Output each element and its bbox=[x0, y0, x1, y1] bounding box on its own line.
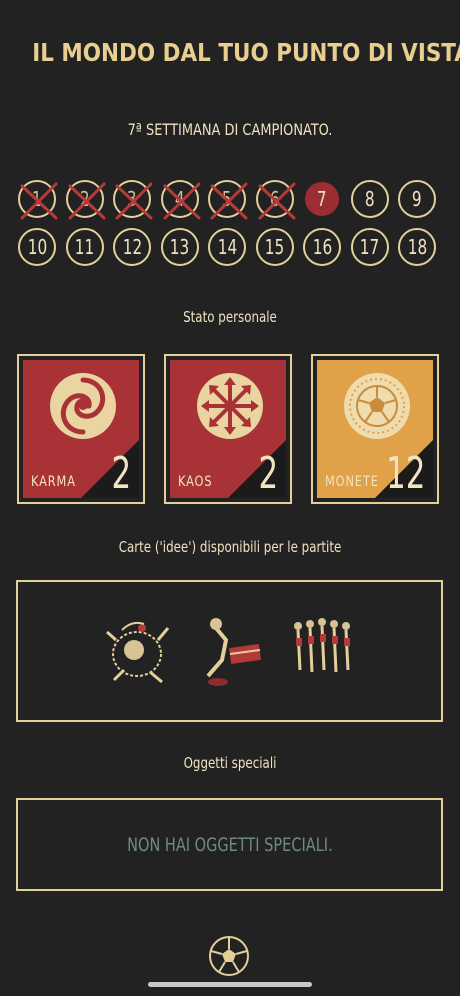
week-13[interactable]: 13 bbox=[160, 228, 199, 266]
empty-objects-message: NON HAI OGGETTI SPECIALI. bbox=[126, 833, 333, 856]
kaos-label: KAOS bbox=[178, 474, 213, 490]
coin-ball-icon bbox=[344, 373, 410, 439]
objects-section-label: Oggetti speciali bbox=[183, 754, 277, 772]
week-subtitle: 7ª SETTIMANA DI CAMPIONATO. bbox=[127, 120, 333, 139]
karma-value: 2 bbox=[111, 448, 131, 498]
week-8[interactable]: 8 bbox=[350, 180, 389, 218]
monete-card[interactable]: MONETE 12 bbox=[311, 354, 439, 504]
stats-section-label: Stato personale bbox=[183, 308, 277, 326]
week-15[interactable]: 15 bbox=[255, 228, 294, 266]
week-9[interactable]: 9 bbox=[398, 180, 436, 218]
kaos-card[interactable]: KAOS 2 bbox=[164, 354, 292, 504]
cards-section-label: Carte ('idee') disponibili per le partit… bbox=[118, 538, 342, 556]
week-10[interactable]: 10 bbox=[18, 228, 56, 266]
week-5[interactable]: 5 bbox=[208, 180, 248, 220]
week-16[interactable]: 16 bbox=[303, 228, 341, 266]
special-objects-panel: NON HAI OGGETTI SPECIALI. bbox=[16, 798, 443, 891]
idea-cards-panel bbox=[16, 580, 443, 722]
week-6[interactable]: 6 bbox=[255, 180, 295, 220]
idea-card-monster-icon[interactable] bbox=[102, 610, 172, 690]
football-icon[interactable] bbox=[208, 935, 250, 977]
page-title: IL MONDO DAL TUO PUNTO DI VISTA bbox=[32, 38, 460, 67]
monete-label: MONETE bbox=[325, 474, 379, 490]
week-3[interactable]: 3 bbox=[113, 180, 153, 220]
idea-card-crowd-icon[interactable] bbox=[288, 610, 358, 690]
week-1[interactable]: 1 bbox=[18, 180, 58, 220]
monete-card-face: MONETE 12 bbox=[317, 360, 433, 498]
idea-card-fall-icon[interactable] bbox=[196, 610, 266, 690]
week-4[interactable]: 4 bbox=[160, 180, 200, 220]
week-14[interactable]: 14 bbox=[208, 228, 246, 266]
week-11[interactable]: 11 bbox=[65, 228, 104, 266]
monete-value: 12 bbox=[385, 448, 425, 498]
week-2[interactable]: 2 bbox=[65, 180, 105, 220]
kaos-value: 2 bbox=[258, 448, 278, 498]
week-12[interactable]: 12 bbox=[113, 228, 151, 266]
home-indicator[interactable] bbox=[148, 982, 312, 987]
karma-label: KARMA bbox=[31, 474, 76, 490]
spiral-icon bbox=[50, 373, 116, 439]
kaos-card-face: KAOS 2 bbox=[170, 360, 286, 498]
karma-card-face: KARMA 2 bbox=[23, 360, 139, 498]
week-17[interactable]: 17 bbox=[350, 228, 389, 266]
week-7-current[interactable]: 7 bbox=[303, 180, 341, 218]
karma-card[interactable]: KARMA 2 bbox=[17, 354, 145, 504]
week-tracker: 1 2 3 4 5 6 7 8 9 10 11 12 13 14 15 16 1… bbox=[16, 180, 444, 266]
week-18[interactable]: 18 bbox=[398, 228, 436, 266]
chaos-arrows-icon bbox=[197, 373, 263, 439]
